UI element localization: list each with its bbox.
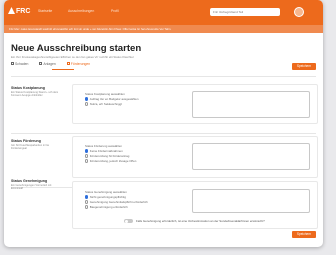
notice-banner: Frlc Mer: cales lerenstandl sowhnh ehovn… bbox=[4, 25, 323, 33]
page-subtitle: Ein Ihnr Frustauskaguuhrensiblgoeten Eff… bbox=[11, 55, 134, 59]
radio-icon bbox=[85, 102, 89, 106]
radio-icon bbox=[85, 159, 89, 163]
panel-kostplanung: Status Kostplanung auswählen Auftrag Ver… bbox=[72, 84, 318, 124]
notes-textarea-genehmigung[interactable] bbox=[192, 189, 310, 213]
radio-icon bbox=[85, 200, 89, 204]
panel-foerderung: Status Förderung auswählen Keine Förderm… bbox=[72, 136, 318, 178]
radio-option[interactable]: Förderumfang hit Förderantrag bbox=[85, 154, 129, 158]
funding-icon bbox=[66, 62, 70, 65]
tab-foerderungen[interactable]: Förderungen bbox=[66, 62, 90, 66]
nav-item-start[interactable]: Startseite bbox=[38, 9, 52, 13]
radio-option[interactable]: Baugenehmigung erforderlich bbox=[85, 205, 128, 209]
approval-toggle[interactable] bbox=[124, 219, 133, 224]
tab-schaden[interactable]: Schaden bbox=[11, 62, 28, 66]
radio-option[interactable]: Keine Fördermaßnahmen bbox=[85, 149, 123, 153]
top-bar: FRC Startseite Ausschreibungen Profil Fr… bbox=[4, 0, 323, 25]
divider bbox=[11, 133, 316, 134]
radio-option[interactable]: Genehmigung Genehmitalspflicht erforderl… bbox=[85, 200, 148, 204]
radio-selected-icon bbox=[85, 97, 89, 101]
active-tab-indicator bbox=[52, 69, 74, 70]
radio-icon bbox=[85, 205, 89, 209]
nav-item-profile[interactable]: Profil bbox=[111, 9, 119, 13]
nav-item-tenders[interactable]: Ausschreibungen bbox=[68, 9, 94, 13]
brand-logo[interactable]: FRC bbox=[8, 7, 30, 15]
logo-mark-icon bbox=[8, 7, 15, 14]
radio-selected-icon bbox=[85, 149, 89, 153]
section-help-genehmigung: Ein Genehmigungen Vormorieh mit Einminsa… bbox=[11, 184, 52, 191]
page-title: Neue Ausschreibung starten bbox=[11, 43, 142, 54]
select-label-kostplanung: Status Kostplanung auswählen bbox=[85, 92, 125, 96]
select-label-foerderung: Status Förderung auswählen bbox=[85, 144, 122, 148]
save-button-bottom[interactable]: Speichern bbox=[292, 231, 316, 238]
panel-genehmigung: Status Genehmigung auswählen Nicht geneh… bbox=[72, 181, 318, 229]
radio-icon bbox=[85, 154, 89, 158]
section-help-foerderung: Gin Sit Ktuschlesparkenlen in hie Fürder… bbox=[11, 144, 50, 151]
tab-anlagen[interactable]: Anlagen bbox=[39, 62, 56, 66]
tab-bar: Schaden Anlagen Förderungen bbox=[11, 62, 100, 66]
select-label-genehmigung: Status Genehmigung auswählen bbox=[85, 190, 127, 194]
section-help-kostplanung: Ein Status Kostplanung Stand + sch dem K… bbox=[11, 91, 59, 98]
section-title-kostplanung: Status Kostplanung bbox=[11, 86, 45, 90]
section-title-genehmigung: Status Genehmigung bbox=[11, 179, 48, 183]
radio-option[interactable]: Nicht genehmigungspflichtig bbox=[85, 195, 126, 199]
avatar[interactable] bbox=[294, 7, 304, 17]
section-title-foerderung: Status Förderung bbox=[11, 139, 41, 143]
document-icon bbox=[11, 62, 14, 65]
approval-toggle-label: Falls Genehmigung erforderlich, ist eine… bbox=[136, 219, 265, 223]
radio-option[interactable]: Nutza, erh Sekkeschnggl bbox=[85, 102, 122, 106]
search-input[interactable]: Frlc Vorbegrüßend Teil bbox=[210, 8, 280, 16]
save-button-top[interactable]: Speichern bbox=[292, 63, 316, 70]
app-window: FRC Startseite Ausschreibungen Profil Fr… bbox=[4, 0, 323, 247]
attachment-icon bbox=[39, 62, 43, 65]
divider bbox=[11, 76, 316, 77]
radio-option[interactable]: Förderumfang, jedoch Zusage Offen bbox=[85, 159, 136, 163]
notes-textarea-foerderung[interactable] bbox=[192, 143, 310, 170]
notes-textarea-kostplanung[interactable] bbox=[192, 91, 310, 118]
radio-option[interactable]: Auftrag Ver en Budgelur ausgewählen bbox=[85, 97, 138, 101]
radio-selected-icon bbox=[85, 195, 89, 199]
